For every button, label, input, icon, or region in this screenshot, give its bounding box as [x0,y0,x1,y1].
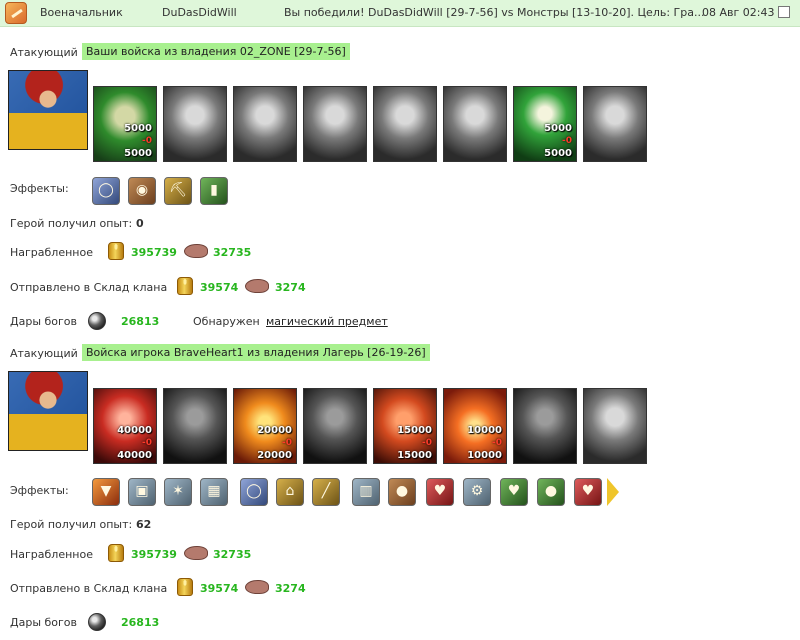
unit-count: 15000 [397,425,432,436]
heart-icon[interactable]: ♥ [574,478,602,506]
unit-count: 10000 [467,425,502,436]
sent-ore-value: 3274 [275,582,306,595]
gods-gift-icon [88,613,106,631]
sword-icon[interactable]: ╱ [312,478,340,506]
unit-loss: -0 [142,438,152,448]
chevron-right-icon[interactable] [607,478,619,506]
magic-item-link[interactable]: магический предмет [266,315,388,328]
web-icon[interactable]: ✶ [164,478,192,506]
experience-label: Герой получил опыт: [10,518,133,531]
experience-value: 62 [136,518,152,531]
gods-gifts-label: Дары богов [10,616,78,629]
unit-remaining: 20000 [257,450,292,461]
gate-icon[interactable]: ⌂ [276,478,304,506]
unit-slot-7[interactable] [513,388,577,464]
unit-slot-2[interactable] [163,388,227,464]
unit-slot-1[interactable]: 40000 -0 40000 [93,388,157,464]
hero-portrait[interactable] [8,371,88,451]
gods-gifts-value: 26813 [121,616,160,629]
gears-icon[interactable]: ⚙ [463,478,491,506]
looted-label: Награбленное [10,548,93,561]
ore-icon [184,546,208,560]
unit-slot-4[interactable] [303,388,367,464]
effects-label: Эффекты: [10,484,69,497]
battle-block-2: Атакующий Войска игрока BraveHeart1 из в… [0,0,800,631]
unit-loss: -0 [282,438,292,448]
unit-slot-3[interactable]: 20000 -0 20000 [233,388,297,464]
unit-slot-5[interactable]: 15000 -0 15000 [373,388,437,464]
unit-loss: -0 [492,438,502,448]
apple-icon[interactable]: ● [537,478,565,506]
ring-icon[interactable]: ◯ [240,478,268,506]
army-title: Войска игрока BraveHeart1 из владения Ла… [82,344,430,361]
unit-remaining: 10000 [467,450,502,461]
looted-gold-value: 395739 [131,548,177,561]
gods-gift-icon [88,312,106,330]
unit-slot-6[interactable]: 10000 -0 10000 [443,388,507,464]
gods-gifts-value: 26813 [121,315,160,328]
sent-to-clan-label: Отправлено в Склад клана [10,582,168,595]
grate-icon[interactable]: ▥ [352,478,380,506]
gold-coins-icon [108,544,124,562]
unit-count: 40000 [117,425,152,436]
shield-icon[interactable]: ▼ [92,478,120,506]
found-label: Обнаружен [193,315,260,328]
unit-slot-8[interactable] [583,388,647,464]
heart-helmet-icon[interactable]: ♥ [426,478,454,506]
unit-remaining: 40000 [117,450,152,461]
attacker-label: Атакующий [10,347,78,360]
looted-ore-value: 32735 [213,548,252,561]
money-bag-icon[interactable]: ● [388,478,416,506]
gods-gifts-label: Дары богов [10,315,78,328]
green-heart-icon[interactable]: ♥ [500,478,528,506]
unit-count: 20000 [257,425,292,436]
ore-icon [245,580,269,594]
gold-coins-icon [177,578,193,596]
armor-icon[interactable]: ▣ [128,478,156,506]
armor-plate-icon[interactable]: ▦ [200,478,228,506]
unit-remaining: 15000 [397,450,432,461]
sent-gold-value: 39574 [200,582,239,595]
unit-loss: -0 [422,438,432,448]
